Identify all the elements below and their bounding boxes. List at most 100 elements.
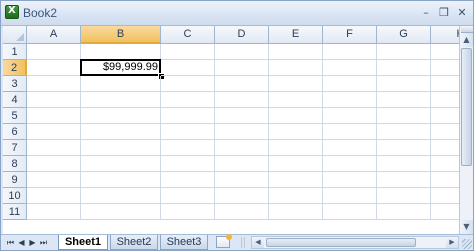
cell-a6[interactable] (27, 124, 81, 140)
tab-sheet2[interactable]: Sheet2 (110, 235, 158, 250)
cell-b10[interactable] (81, 188, 161, 204)
horizontal-scrollbar[interactable]: ◀ ▶ (251, 236, 459, 249)
row-header-7[interactable]: 7 (3, 140, 27, 156)
cell-d4[interactable] (215, 92, 269, 108)
column-header-b[interactable]: B (81, 26, 161, 44)
close-button[interactable]: ✕ (455, 6, 469, 19)
cell-g10[interactable] (377, 188, 431, 204)
resize-grip-icon[interactable] (462, 239, 472, 249)
cell-g3[interactable] (377, 76, 431, 92)
tab-sheet3[interactable]: Sheet3 (160, 235, 208, 250)
insert-worksheet-icon[interactable] (216, 234, 232, 248)
cell-g7[interactable] (377, 140, 431, 156)
cell-e2[interactable] (269, 60, 323, 76)
column-header-d[interactable]: D (215, 26, 269, 44)
cell-f7[interactable] (323, 140, 377, 156)
cell-c2[interactable] (161, 60, 215, 76)
cell-d6[interactable] (215, 124, 269, 140)
cell-a8[interactable] (27, 156, 81, 172)
cell-a2[interactable] (27, 60, 81, 76)
cell-f9[interactable] (323, 172, 377, 188)
cell-d9[interactable] (215, 172, 269, 188)
column-header-g[interactable]: G (377, 26, 431, 44)
cell-e5[interactable] (269, 108, 323, 124)
cell-a11[interactable] (27, 204, 81, 220)
cell-d8[interactable] (215, 156, 269, 172)
column-header-c[interactable]: C (161, 26, 215, 44)
cell-d7[interactable] (215, 140, 269, 156)
minimize-button[interactable]: – (419, 6, 433, 19)
cell-e8[interactable] (269, 156, 323, 172)
cell-g4[interactable] (377, 92, 431, 108)
cell-e6[interactable] (269, 124, 323, 140)
cell-f6[interactable] (323, 124, 377, 140)
cell-a9[interactable] (27, 172, 81, 188)
cell-d11[interactable] (215, 204, 269, 220)
cell-f10[interactable] (323, 188, 377, 204)
next-sheet-icon[interactable]: ▶ (27, 236, 38, 249)
worksheet-grid[interactable]: ABCDEFGH 12 $99,999.99 34567891011 (3, 26, 459, 234)
cell-f8[interactable] (323, 156, 377, 172)
select-all-button[interactable] (3, 26, 27, 44)
cell-e10[interactable] (269, 188, 323, 204)
cell-b5[interactable] (81, 108, 161, 124)
vertical-scroll-thumb[interactable] (461, 48, 472, 166)
cell-g6[interactable] (377, 124, 431, 140)
cell-c10[interactable] (161, 188, 215, 204)
cell-h3[interactable] (431, 76, 459, 92)
horizontal-scroll-thumb[interactable] (266, 238, 416, 247)
cell-e1[interactable] (269, 44, 323, 60)
row-header-11[interactable]: 11 (3, 204, 27, 220)
vertical-scrollbar[interactable]: ▲ ▼ (459, 26, 473, 234)
scroll-up-arrow-icon[interactable]: ▲ (460, 33, 473, 47)
cell-a4[interactable] (27, 92, 81, 108)
scroll-down-arrow-icon[interactable]: ▼ (460, 220, 473, 234)
row-header-5[interactable]: 5 (3, 108, 27, 124)
row-header-10[interactable]: 10 (3, 188, 27, 204)
cell-g1[interactable] (377, 44, 431, 60)
cell-a5[interactable] (27, 108, 81, 124)
title-bar[interactable]: Book2 – ❐ ✕ (1, 1, 473, 26)
row-header-4[interactable]: 4 (3, 92, 27, 108)
cell-g8[interactable] (377, 156, 431, 172)
cell-e4[interactable] (269, 92, 323, 108)
scroll-left-arrow-icon[interactable]: ◀ (252, 237, 264, 248)
cell-f4[interactable] (323, 92, 377, 108)
cell-a1[interactable] (27, 44, 81, 60)
cell-d2[interactable] (215, 60, 269, 76)
vertical-split-box[interactable] (461, 26, 473, 33)
cell-c3[interactable] (161, 76, 215, 92)
cell-h7[interactable] (431, 140, 459, 156)
cell-h8[interactable] (431, 156, 459, 172)
cell-h2[interactable] (431, 60, 459, 76)
cell-d10[interactable] (215, 188, 269, 204)
cell-c8[interactable] (161, 156, 215, 172)
cell-g9[interactable] (377, 172, 431, 188)
scroll-right-arrow-icon[interactable]: ▶ (446, 237, 458, 248)
cell-c7[interactable] (161, 140, 215, 156)
cell-h1[interactable] (431, 44, 459, 60)
cell-d1[interactable] (215, 44, 269, 60)
column-header-f[interactable]: F (323, 26, 377, 44)
row-header-1[interactable]: 1 (3, 44, 27, 60)
column-header-h[interactable]: H (431, 26, 459, 44)
row-header-9[interactable]: 9 (3, 172, 27, 188)
cell-b7[interactable] (81, 140, 161, 156)
cell-d3[interactable] (215, 76, 269, 92)
row-header-2[interactable]: 2 (3, 60, 27, 76)
cell-b6[interactable] (81, 124, 161, 140)
cell-h4[interactable] (431, 92, 459, 108)
cell-b11[interactable] (81, 204, 161, 220)
row-header-6[interactable]: 6 (3, 124, 27, 140)
cell-c1[interactable] (161, 44, 215, 60)
last-sheet-icon[interactable]: ⏭ (38, 236, 49, 249)
cell-e9[interactable] (269, 172, 323, 188)
cell-g2[interactable] (377, 60, 431, 76)
cell-b3[interactable] (81, 76, 161, 92)
cell-e7[interactable] (269, 140, 323, 156)
cell-b9[interactable] (81, 172, 161, 188)
cell-f11[interactable] (323, 204, 377, 220)
cell-c4[interactable] (161, 92, 215, 108)
cell-h5[interactable] (431, 108, 459, 124)
previous-sheet-icon[interactable]: ◀ (16, 236, 27, 249)
